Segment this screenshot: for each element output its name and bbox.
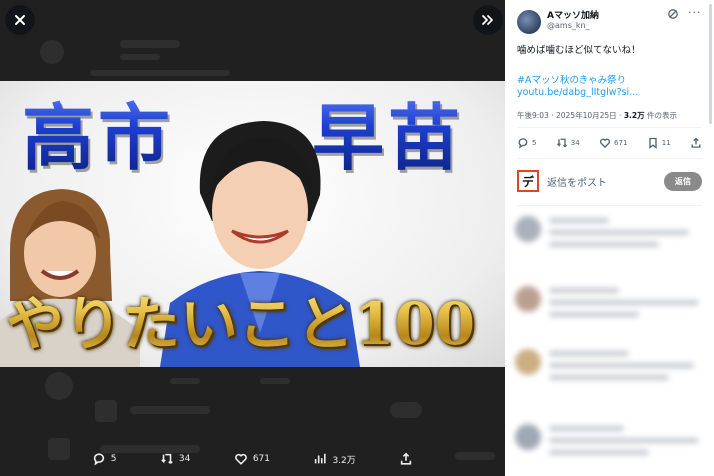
viewer-share-button[interactable] xyxy=(399,452,413,466)
post-detail-panel: Aマッソ加納 @ams_kn_ ··· 噛めば噛むほど似てないね！ #Aマッソ秋… xyxy=(505,0,714,476)
list-item[interactable] xyxy=(515,345,705,399)
video-thumbnail[interactable]: 高市 早苗 やりたいこと100 xyxy=(0,81,505,367)
grok-icon[interactable] xyxy=(667,8,679,20)
reply-input[interactable]: 返信をポスト xyxy=(547,174,607,189)
divider xyxy=(517,158,702,159)
repost-count: 34 xyxy=(570,139,580,147)
scrollbar[interactable] xyxy=(709,4,712,124)
post-meta: 午後9:03 · 2025年10月25日 · 3.2万 件の表示 xyxy=(517,110,677,121)
double-chevron-right-icon xyxy=(482,15,493,25)
bookmark-button[interactable]: 11 xyxy=(647,137,671,149)
repost-button[interactable]: 34 xyxy=(556,137,580,149)
post-timestamp[interactable]: 午後9:03 · 2025年10月25日 · xyxy=(517,111,624,120)
divider xyxy=(517,205,702,206)
reply-icon xyxy=(518,138,528,149)
close-icon xyxy=(15,15,25,25)
list-item[interactable] xyxy=(515,212,705,266)
list-item[interactable] xyxy=(515,282,705,336)
bookmark-count: 11 xyxy=(661,139,671,147)
reply-button[interactable]: 5 xyxy=(517,137,536,149)
divider xyxy=(517,127,702,128)
post-text: 噛めば噛むほど似てないね！ xyxy=(517,45,641,56)
reply-composer: デ 返信をポスト 返信 xyxy=(517,170,702,194)
viewer-reply-button[interactable]: 5 xyxy=(92,452,117,466)
post-hashtag[interactable]: #Aマッソ秋のきゃみ祭り xyxy=(517,72,626,86)
viewer-like-count: 671 xyxy=(252,454,270,464)
share-icon xyxy=(691,137,701,148)
author-handle[interactable]: @ams_kn_ xyxy=(547,21,590,30)
share-button[interactable] xyxy=(690,137,702,149)
author-avatar[interactable] xyxy=(517,10,541,34)
post-link[interactable]: youtu.be/dabg_lItglw?si... xyxy=(517,87,638,98)
viewer-views-button[interactable]: 3.2万 xyxy=(313,452,356,466)
bookmark-icon xyxy=(649,137,657,149)
viewer-views-count: 3.2万 xyxy=(332,455,356,466)
share-icon xyxy=(401,452,412,465)
list-item[interactable] xyxy=(515,420,705,474)
more-options-icon[interactable]: ··· xyxy=(688,6,702,19)
media-viewer: 高市 早苗 やりたいこと100 5 34 671 3.2万 xyxy=(0,0,505,476)
repost-icon xyxy=(161,453,173,464)
viewer-repost-count: 34 xyxy=(178,454,191,464)
reply-submit-button[interactable]: 返信 xyxy=(664,172,702,191)
reply-count: 5 xyxy=(532,139,537,147)
expand-panel-button[interactable] xyxy=(473,5,503,35)
thumbnail-title-left: 高市 xyxy=(22,81,174,184)
like-button[interactable]: 671 xyxy=(599,137,627,149)
like-count: 671 xyxy=(614,139,628,147)
post-action-bar: 5 34 671 11 xyxy=(517,137,702,149)
post-view-count: 3.2万 xyxy=(623,111,645,120)
thumbnail-caption: やりたいこと100 xyxy=(6,277,475,361)
current-user-avatar[interactable]: デ xyxy=(517,170,539,192)
viewer-like-button[interactable]: 671 xyxy=(234,452,270,466)
viewer-action-bar: 5 34 671 3.2万 xyxy=(0,442,505,476)
viewer-reply-count: 5 xyxy=(110,454,117,464)
author-name[interactable]: Aマッソ加納 xyxy=(547,8,599,21)
like-icon xyxy=(599,138,611,149)
reply-icon xyxy=(93,453,104,466)
post-view-suffix: 件の表示 xyxy=(644,111,678,120)
close-button[interactable] xyxy=(5,5,35,35)
viewer-repost-button[interactable]: 34 xyxy=(160,452,190,466)
like-icon xyxy=(234,453,247,465)
views-icon xyxy=(315,453,327,464)
repost-icon xyxy=(556,138,567,148)
